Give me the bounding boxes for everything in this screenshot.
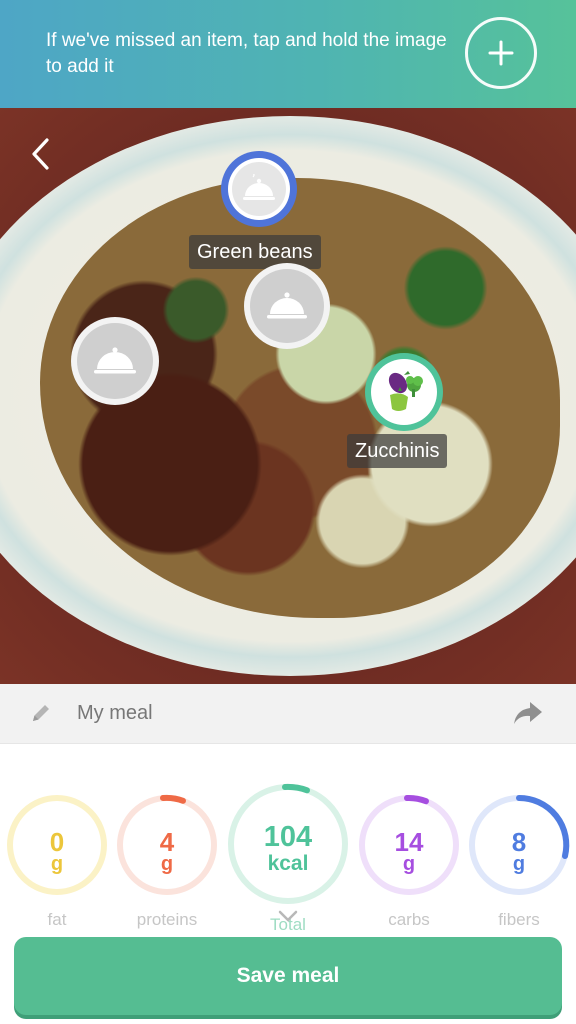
hint-text: If we've missed an item, tap and hold th… xyxy=(46,30,447,77)
plus-icon xyxy=(488,40,514,66)
food-marker[interactable] xyxy=(244,263,330,349)
food-tag-green-beans[interactable]: Green beans xyxy=(189,235,321,269)
carbs-unit: g xyxy=(402,853,416,875)
chevron-down-icon[interactable] xyxy=(278,910,298,922)
share-icon[interactable] xyxy=(512,700,544,726)
total-unit: kcal xyxy=(267,852,309,875)
fat-label: fat xyxy=(47,910,67,929)
proteins-ring[interactable]: 4 g xyxy=(115,793,219,897)
cloche-icon xyxy=(94,347,136,374)
cloche-icon xyxy=(267,292,307,319)
carbs-ring[interactable]: 14 g xyxy=(357,793,461,897)
chevron-left-icon xyxy=(32,138,49,170)
total-ring[interactable]: 104 kcal xyxy=(225,781,351,907)
proteins-progress-arc xyxy=(160,794,186,804)
fat-unit: g xyxy=(50,853,64,875)
pencil-icon[interactable] xyxy=(30,702,52,724)
food-marker-green-beans[interactable] xyxy=(221,151,297,227)
food-tag-zucchinis[interactable]: Zucchinis xyxy=(347,434,448,468)
total-progress-arc xyxy=(282,783,310,794)
food-marker-zucchinis[interactable] xyxy=(365,353,443,431)
meal-name[interactable]: My meal xyxy=(77,702,153,725)
fibers-unit: g xyxy=(512,853,526,875)
meal-name-bar[interactable]: My meal xyxy=(0,684,576,744)
proteins-label: proteins xyxy=(136,910,198,929)
food-marker[interactable] xyxy=(71,317,159,405)
vegetables-icon xyxy=(388,371,423,411)
cloche-icon xyxy=(243,174,275,200)
hint-banner: If we've missed an item, tap and hold th… xyxy=(0,0,576,108)
fibers-ring[interactable]: 8 g xyxy=(467,793,571,897)
fat-ring[interactable]: 0 g xyxy=(5,793,109,897)
fibers-label: fibers xyxy=(498,910,540,929)
total-value: 104 xyxy=(263,821,313,853)
save-meal-button[interactable]: Save meal xyxy=(14,937,562,1015)
add-item-button[interactable] xyxy=(465,17,537,89)
carbs-progress-arc xyxy=(404,794,429,805)
meal-screen: If we've missed an item, tap and hold th… xyxy=(0,0,576,1024)
back-button[interactable] xyxy=(22,136,58,172)
carbs-label: carbs xyxy=(388,910,430,929)
proteins-unit: g xyxy=(160,853,174,875)
